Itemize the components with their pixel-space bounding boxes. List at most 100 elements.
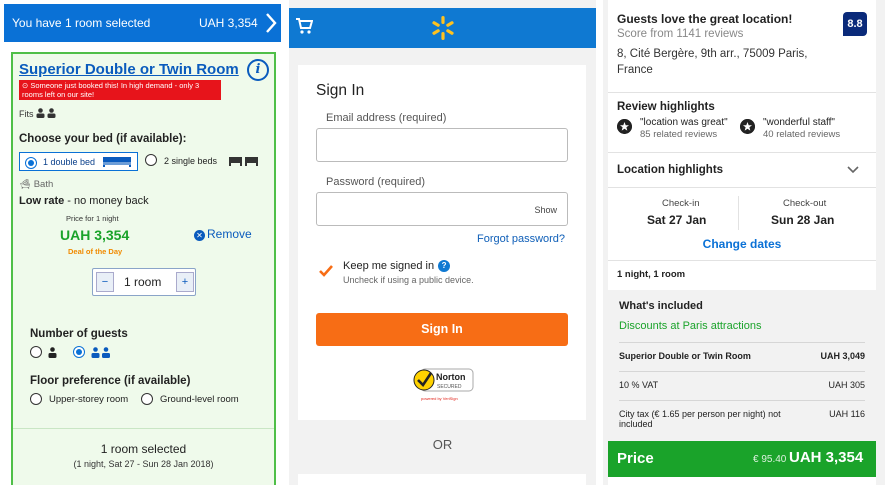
checkin-label: Check-in	[662, 198, 700, 209]
divider	[608, 187, 876, 188]
review-highlight-title: "location was great"	[640, 117, 728, 128]
star-icon	[740, 119, 755, 134]
close-icon: ✕	[194, 230, 205, 241]
total-price-eur: € 95.40	[753, 454, 787, 465]
checkout-label: Check-out	[783, 198, 827, 209]
guests-option-one-radio[interactable]	[30, 346, 42, 358]
bath-amenity: 🛁︎ Bath	[19, 179, 53, 190]
remove-button[interactable]: ✕ Remove	[194, 227, 252, 241]
selection-summary-text: You have 1 room selected	[12, 16, 151, 30]
bed-option-double-radio[interactable]	[25, 157, 37, 169]
review-score-text: Score from 1141 reviews	[617, 28, 744, 40]
deal-of-the-day-badge: Deal of the Day	[68, 247, 123, 256]
selection-summary-bar[interactable]: You have 1 room selected UAH 3,354	[4, 4, 281, 42]
high-demand-alert: ⊙ Someone just booked this! In high dema…	[19, 80, 221, 100]
app-header	[289, 8, 596, 48]
divider	[608, 152, 876, 153]
floor-option-upper-label: Upper-storey room	[49, 394, 129, 405]
review-highlight-count: 85 related reviews	[640, 129, 718, 140]
norton-powered-text: powered by VeriSign	[421, 396, 458, 401]
alternate-signin-card	[298, 474, 586, 485]
keep-signed-in-label: Keep me signed in?	[343, 260, 451, 272]
price-line-value: UAH 3,049	[820, 351, 865, 361]
price-line-label: City tax (€ 1.65 per person per night) n…	[619, 409, 781, 429]
forgot-password-link[interactable]: Forgot password?	[477, 233, 565, 245]
floor-option-ground-radio[interactable]	[141, 393, 153, 405]
divider	[619, 400, 865, 401]
divider	[619, 342, 865, 343]
bed-option-double[interactable]: 1 double bed	[19, 152, 138, 171]
page-title: Sign In	[316, 82, 365, 99]
two-persons-icon	[91, 347, 110, 358]
rate-description: Low rate - no money back	[19, 195, 149, 207]
chevron-right-icon[interactable]	[265, 12, 277, 34]
guests-option-two-radio[interactable]	[73, 346, 85, 358]
divider	[608, 92, 876, 93]
floor-option-upper-radio[interactable]	[30, 393, 42, 405]
info-icon[interactable]: i	[247, 59, 269, 81]
bed-option-double-label: 1 double bed	[43, 157, 96, 167]
checkout-date: Sun 28 Jan	[771, 213, 835, 227]
two-persons-icon	[36, 108, 56, 118]
divider	[608, 260, 876, 261]
or-divider: OR	[432, 437, 453, 452]
screenshot-root: You have 1 room selected UAH 3,354 Super…	[0, 0, 885, 485]
selection-summary-price: UAH 3,354	[199, 16, 258, 30]
remove-label: Remove	[207, 227, 252, 241]
signin-panel: Sign In Email address (required) Passwor…	[289, 0, 596, 485]
floor-option-ground-label: Ground-level room	[160, 394, 239, 405]
change-dates-link[interactable]: Change dates	[608, 237, 876, 251]
divider	[738, 196, 739, 230]
help-icon[interactable]: ?	[438, 260, 451, 272]
total-price-label: Price	[617, 450, 654, 467]
hotel-address: 8, Cité Bergère, 9th arr., 75009 Paris, …	[617, 48, 808, 76]
email-label: Email address (required)	[326, 112, 447, 124]
keep-signed-in-checkbox[interactable]	[318, 263, 334, 279]
bath-label: Bath	[33, 179, 54, 190]
whats-included-heading: What's included	[619, 300, 703, 312]
spark-logo-icon[interactable]	[431, 15, 455, 41]
bath-icon: 🛁︎	[19, 179, 32, 190]
price-line-value: UAH 305	[828, 380, 865, 390]
increase-quantity-button[interactable]: +	[176, 272, 194, 292]
chevron-down-icon[interactable]	[847, 166, 859, 174]
signin-card: Sign In Email address (required) Passwor…	[298, 65, 586, 420]
discounts-link[interactable]: Discounts at Paris attractions	[619, 320, 761, 332]
show-password-button[interactable]: Show	[534, 205, 557, 215]
public-device-hint: Uncheck if using a public device.	[343, 275, 474, 285]
total-price-bar: Price € 95.40 UAH 3,354	[608, 441, 876, 477]
decrease-quantity-button[interactable]: −	[96, 272, 114, 292]
review-score-badge: 8.8	[843, 12, 867, 36]
review-highlight-title: "wonderful staff"	[763, 117, 835, 128]
fits-label: Fits	[19, 109, 34, 119]
checkin-date: Sat 27 Jan	[647, 213, 707, 227]
signin-button[interactable]: Sign In	[316, 313, 568, 346]
email-field[interactable]	[316, 128, 568, 162]
rooms-selected-summary: 1 room selected	[100, 442, 187, 456]
password-field[interactable]: Show	[316, 192, 568, 226]
norton-brand-text: Norton	[436, 372, 466, 382]
cart-icon[interactable]	[295, 17, 313, 35]
rate-type: Low rate	[19, 195, 65, 207]
room-card: Superior Double or Twin Room i ⊙ Someone…	[11, 52, 276, 485]
guests-label: Number of guests	[30, 328, 128, 340]
double-bed-icon	[103, 157, 131, 167]
room-quantity-value: 1 room	[124, 275, 162, 289]
keep-signed-in-text: Keep me signed in	[343, 260, 435, 272]
price-line-label: Superior Double or Twin Room	[619, 351, 751, 361]
location-highlights-toggle[interactable]: Location highlights	[617, 164, 723, 176]
room-title-link[interactable]: Superior Double or Twin Room	[19, 61, 239, 78]
divider	[13, 428, 274, 429]
fits-occupancy: Fits	[19, 108, 58, 119]
price-line-label: 10 % VAT	[619, 380, 659, 390]
hotel-summary-panel: Guests love the great location! Score fr…	[603, 0, 885, 485]
single-beds-icon	[229, 157, 258, 166]
room-price: UAH 3,354	[60, 227, 130, 243]
price-line-value: UAH 116	[829, 409, 865, 419]
rate-condition: - no money back	[64, 195, 149, 207]
guests-love-heading: Guests love the great location!	[617, 12, 793, 26]
star-icon	[617, 119, 632, 134]
room-quantity-stepper: − 1 room +	[92, 268, 196, 296]
floor-preference-label: Floor preference (if available)	[30, 375, 191, 387]
bed-option-singles-radio[interactable]	[145, 154, 157, 166]
